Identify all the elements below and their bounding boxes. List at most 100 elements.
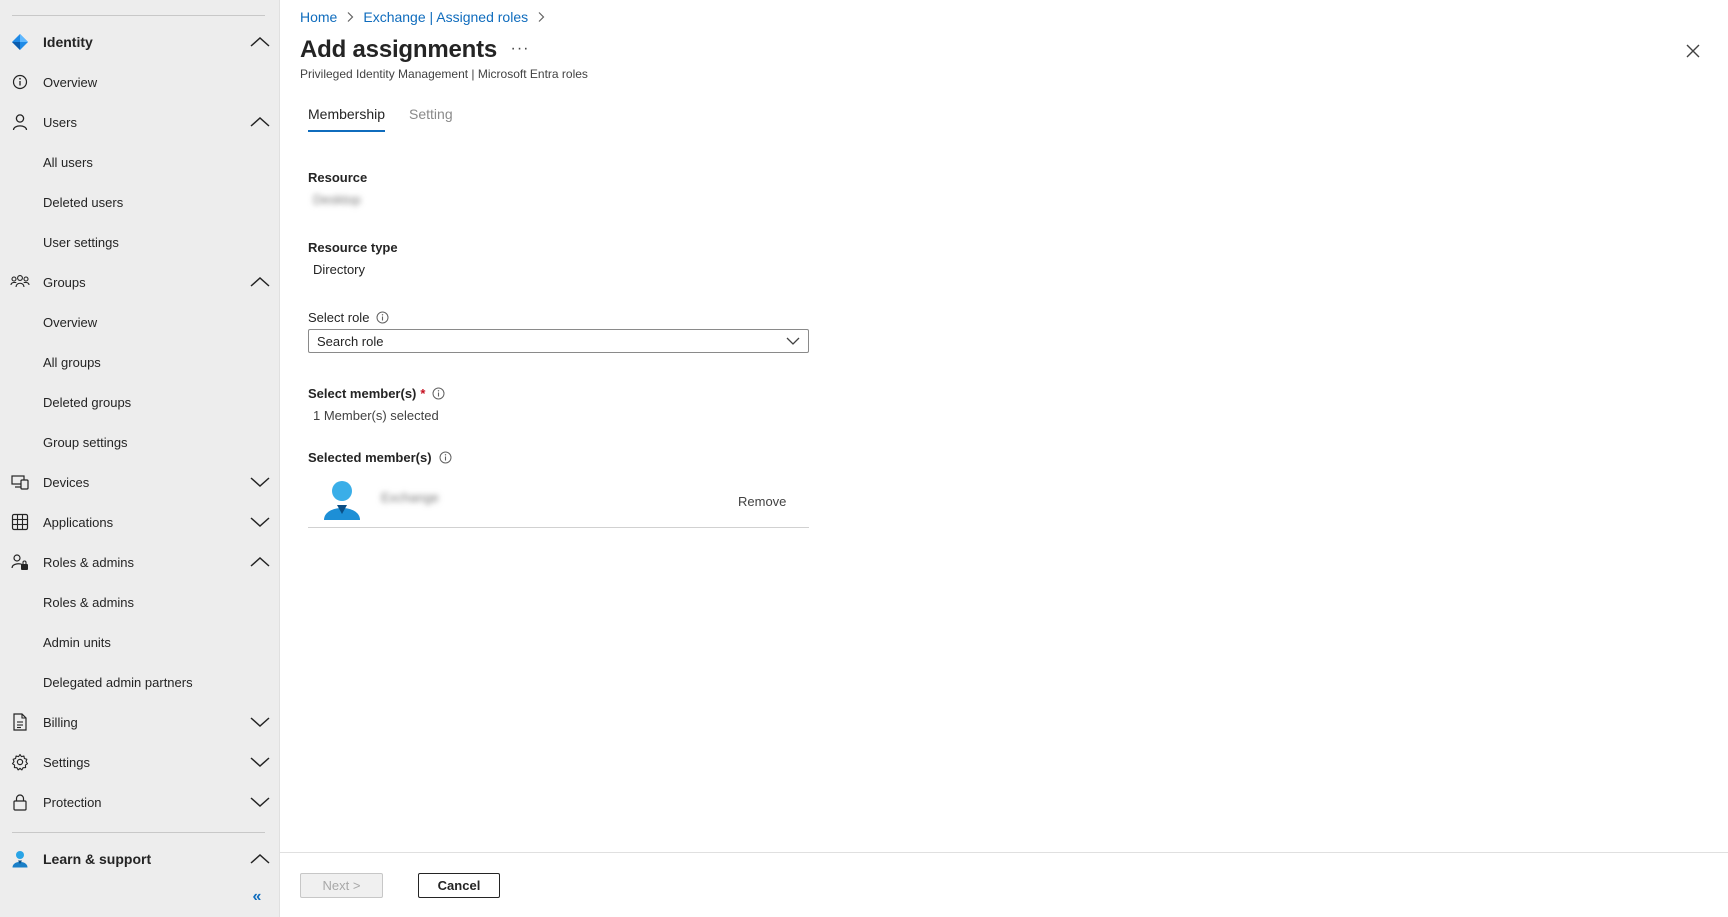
- member-name: Exchange: [381, 490, 439, 505]
- info-icon[interactable]: [439, 451, 452, 464]
- chevron-down-icon[interactable]: [249, 755, 271, 769]
- sidebar-item-billing[interactable]: Billing: [0, 702, 280, 742]
- sidebar-top-divider: [12, 15, 265, 16]
- close-icon: [1686, 44, 1700, 58]
- members-selected-link[interactable]: 1 Member(s) selected: [313, 408, 439, 423]
- sidebar-divider: [12, 832, 265, 833]
- learn-support-person-icon: [10, 849, 30, 869]
- sidebar-item-label: Groups: [43, 274, 86, 290]
- gear-icon: [10, 752, 30, 772]
- people-group-icon: [10, 272, 30, 292]
- chevron-down-icon[interactable]: [249, 475, 271, 489]
- identity-diamond-icon: [10, 32, 30, 52]
- sidebar-item-label: All users: [43, 154, 93, 170]
- breadcrumb-home-link[interactable]: Home: [300, 9, 337, 25]
- chevron-up-icon[interactable]: [249, 555, 271, 569]
- chevron-right-icon: [538, 12, 545, 22]
- page-subtitle: Privileged Identity Management | Microso…: [300, 67, 588, 81]
- chevron-down-icon: [786, 337, 800, 345]
- sidebar-item-label: Learn & support: [43, 851, 152, 867]
- resource-value: Desktop: [313, 192, 361, 207]
- sidebar-item-all-groups[interactable]: All groups: [0, 342, 280, 382]
- breadcrumb: Home Exchange | Assigned roles: [300, 9, 554, 25]
- chevron-down-icon[interactable]: [249, 715, 271, 729]
- sidebar-item-label: All groups: [43, 354, 101, 370]
- chevron-up-icon[interactable]: [249, 35, 271, 49]
- tab-setting[interactable]: Setting: [409, 106, 453, 132]
- sidebar-item-applications[interactable]: Applications: [0, 502, 280, 542]
- sidebar-item-delegated-admin-partners[interactable]: Delegated admin partners: [0, 662, 280, 702]
- page-title: Add assignments: [300, 36, 498, 63]
- select-role-label-text: Select role: [308, 310, 370, 325]
- chevron-up-icon[interactable]: [249, 115, 271, 129]
- select-members-label: Select member(s) *: [308, 386, 445, 401]
- sidebar-item-label: Overview: [43, 74, 98, 90]
- collapse-sidebar-button[interactable]: «: [246, 886, 268, 908]
- remove-member-button[interactable]: Remove: [738, 494, 786, 509]
- tab-membership[interactable]: Membership: [308, 106, 386, 132]
- selected-members-label-text: Selected member(s): [308, 450, 432, 465]
- cancel-button[interactable]: Cancel: [418, 873, 500, 898]
- chevron-up-icon[interactable]: [249, 852, 271, 866]
- sidebar-item-label: Delegated admin partners: [43, 674, 193, 690]
- select-members-label-text: Select member(s): [308, 386, 417, 401]
- person-icon: [10, 112, 30, 132]
- sidebar-item-label: Applications: [43, 514, 114, 530]
- sidebar-item-label: Devices: [43, 474, 90, 490]
- sidebar-item-label: User settings: [43, 234, 119, 250]
- sidebar-item-identity[interactable]: Identity: [0, 22, 280, 62]
- footer-bar: Next > Cancel: [280, 852, 1728, 917]
- sidebar-item-devices[interactable]: Devices: [0, 462, 280, 502]
- sidebar-item-protection[interactable]: Protection: [0, 782, 280, 822]
- sidebar-item-label: Identity: [43, 34, 93, 50]
- sidebar-item-deleted-users[interactable]: Deleted users: [0, 182, 280, 222]
- sidebar-item-learn-support[interactable]: Learn & support: [0, 839, 280, 879]
- sidebar-item-admin-units[interactable]: Admin units: [0, 622, 280, 662]
- sidebar-item-overview[interactable]: Overview: [0, 62, 280, 102]
- breadcrumb-parent-link[interactable]: Exchange | Assigned roles: [363, 9, 528, 25]
- sidebar-item-user-settings[interactable]: User settings: [0, 222, 280, 262]
- sidebar-item-label: Protection: [43, 794, 102, 810]
- chevron-down-icon[interactable]: [249, 795, 271, 809]
- sidebar-item-roles-admins[interactable]: Roles & admins: [0, 542, 280, 582]
- chevron-up-icon[interactable]: [249, 275, 271, 289]
- info-icon[interactable]: [432, 387, 445, 400]
- info-icon[interactable]: [376, 311, 389, 324]
- sidebar-item-label: Deleted users: [43, 194, 124, 210]
- billing-document-icon: [10, 712, 30, 732]
- sidebar-item-roles-admins-sub[interactable]: Roles & admins: [0, 582, 280, 622]
- sidebar-item-settings[interactable]: Settings: [0, 742, 280, 782]
- sidebar-item-label: Settings: [43, 754, 90, 770]
- sidebar-item-users[interactable]: Users: [0, 102, 280, 142]
- sidebar-item-label: Group settings: [43, 434, 128, 450]
- next-button[interactable]: Next >: [300, 873, 383, 898]
- list-item: Exchange Remove: [308, 470, 809, 528]
- sidebar-item-all-users[interactable]: All users: [0, 142, 280, 182]
- search-role-placeholder: Search role: [317, 333, 384, 349]
- user-avatar-icon: [323, 480, 361, 520]
- search-role-dropdown[interactable]: Search role: [308, 329, 809, 353]
- sidebar-item-label: Billing: [43, 714, 78, 730]
- sidebar-item-label: Users: [43, 114, 77, 130]
- select-role-label: Select role: [308, 310, 389, 325]
- sidebar-item-groups[interactable]: Groups: [0, 262, 280, 302]
- required-marker: *: [420, 386, 426, 401]
- resource-label: Resource: [308, 170, 368, 185]
- sidebar-item-group-settings[interactable]: Group settings: [0, 422, 280, 462]
- sidebar-item-deleted-groups[interactable]: Deleted groups: [0, 382, 280, 422]
- resource-type-value: Directory: [313, 262, 366, 277]
- sidebar: Identity Overview Users All users Delete…: [0, 0, 280, 917]
- sidebar-item-label: Roles & admins: [43, 594, 135, 610]
- sidebar-item-label: Roles & admins: [43, 554, 135, 570]
- tab-bar: Membership Setting: [308, 106, 477, 132]
- info-circle-icon: [10, 72, 30, 92]
- close-button[interactable]: [1682, 40, 1704, 62]
- sidebar-item-label: Deleted groups: [43, 394, 132, 410]
- sidebar-item-label: Admin units: [43, 634, 111, 650]
- chevron-down-icon[interactable]: [249, 515, 271, 529]
- more-options-button[interactable]: ···: [508, 40, 532, 60]
- sidebar-item-groups-overview[interactable]: Overview: [0, 302, 280, 342]
- main-panel: Home Exchange | Assigned roles Add assig…: [280, 0, 1728, 917]
- roles-admins-icon: [10, 552, 30, 572]
- chevron-right-icon: [347, 12, 354, 22]
